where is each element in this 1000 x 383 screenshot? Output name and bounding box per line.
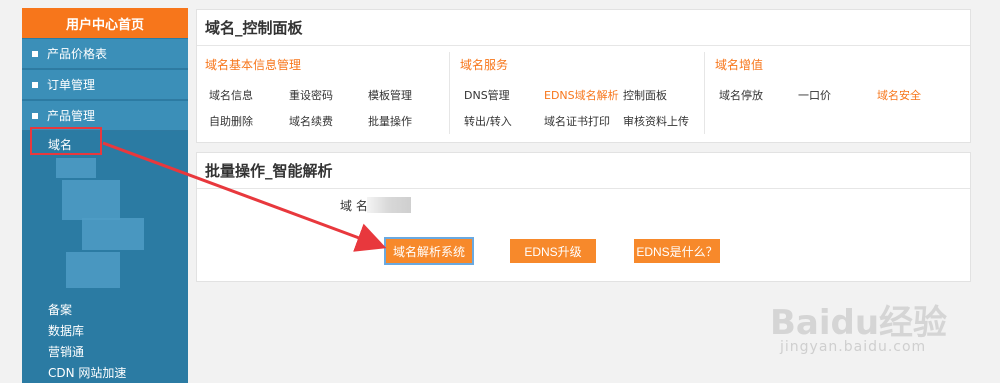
baidu-watermark: Baidu经验 jingyan.baidu.com xyxy=(770,295,948,355)
watermark-logo: Baidu经验 xyxy=(770,303,948,343)
watermark-url: jingyan.baidu.com xyxy=(780,339,927,355)
